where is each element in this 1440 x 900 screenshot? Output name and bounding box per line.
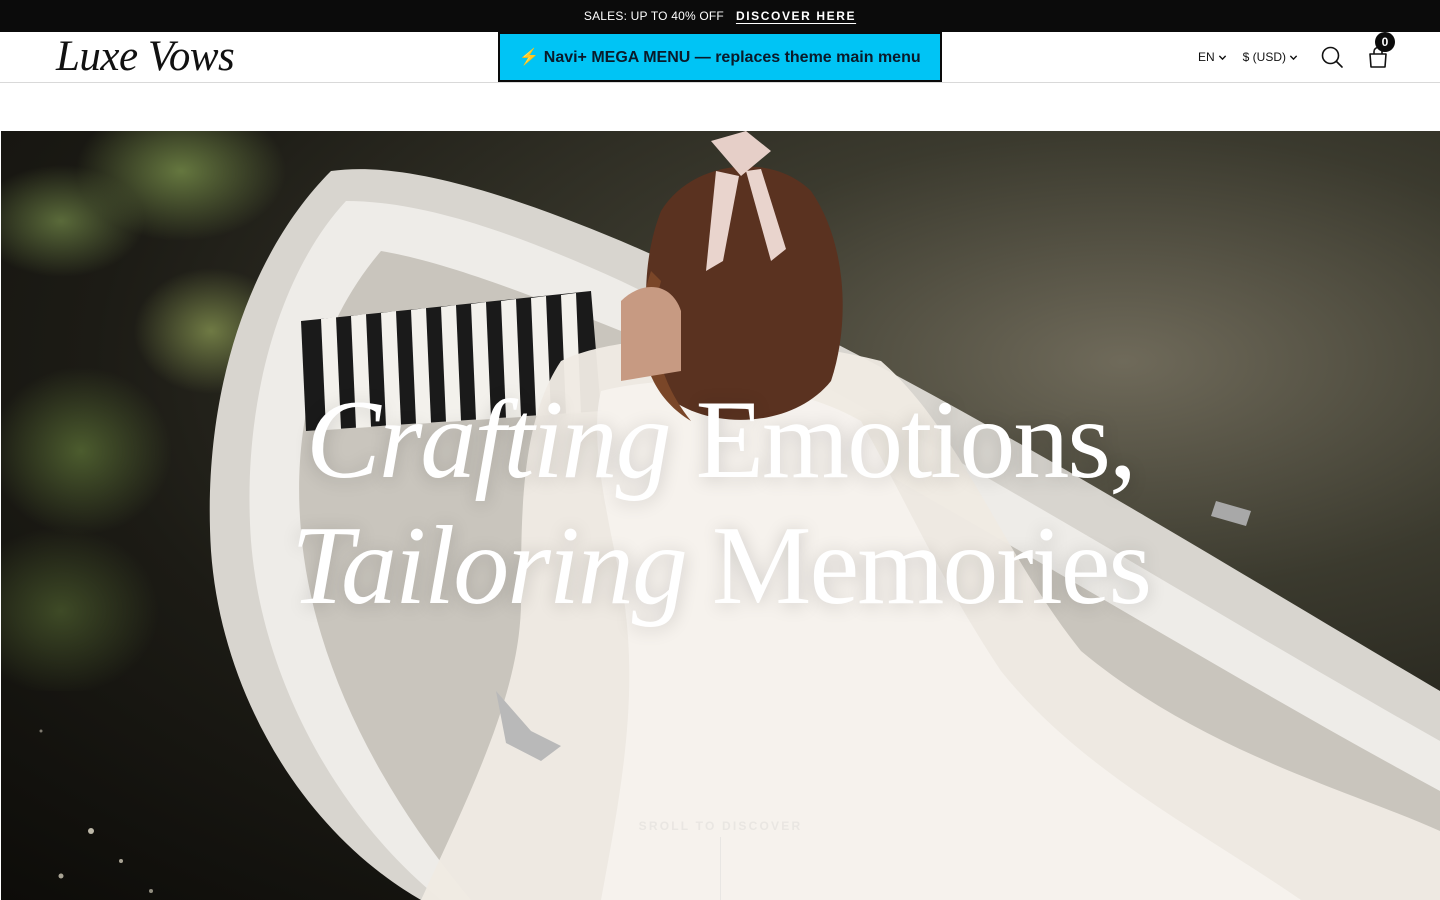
search-button[interactable] xyxy=(1320,45,1344,69)
search-icon xyxy=(1321,46,1343,68)
scroll-to-discover[interactable]: SROLL TO DISCOVER xyxy=(1,819,1440,833)
hero-word-crafting: Crafting xyxy=(306,378,672,502)
hero-headline-line-2: Tailoring Memories xyxy=(1,503,1440,629)
mega-menu-button[interactable]: ⚡ Navi+ MEGA MENU — replaces theme main … xyxy=(498,32,942,82)
hero-headline: Crafting Emotions, Tailoring Memories xyxy=(1,377,1440,629)
currency-label: $ (USD) xyxy=(1242,50,1286,64)
language-selector[interactable]: EN xyxy=(1198,50,1227,64)
hero-word-memories: Memories xyxy=(711,504,1152,628)
scroll-indicator-line xyxy=(720,837,721,900)
header-actions: EN $ (USD) 0 xyxy=(1198,32,1395,82)
cart-count-badge: 0 xyxy=(1375,32,1395,52)
hero-headline-line-1: Crafting Emotions, xyxy=(1,377,1440,503)
hero-banner: Crafting Emotions, Tailoring Memories SR… xyxy=(1,131,1440,900)
announcement-text: SALES: UP TO 40% OFF xyxy=(583,9,724,23)
discover-link[interactable]: DISCOVER HERE xyxy=(736,9,856,23)
currency-selector[interactable]: $ (USD) xyxy=(1243,50,1298,64)
site-header: Luxe Vows ⚡ Navi+ MEGA MENU — replaces t… xyxy=(0,32,1440,83)
logo[interactable]: Luxe Vows xyxy=(56,34,235,80)
cart-button[interactable]: 0 xyxy=(1366,32,1395,69)
hero-word-emotions: Emotions, xyxy=(695,378,1137,502)
language-label: EN xyxy=(1197,50,1215,64)
announcement-bar: SALES: UP TO 40% OFF DISCOVER HERE xyxy=(0,0,1440,32)
hero-word-tailoring: Tailoring xyxy=(290,504,688,628)
chevron-down-icon xyxy=(1218,54,1226,60)
chevron-down-icon xyxy=(1289,54,1298,60)
